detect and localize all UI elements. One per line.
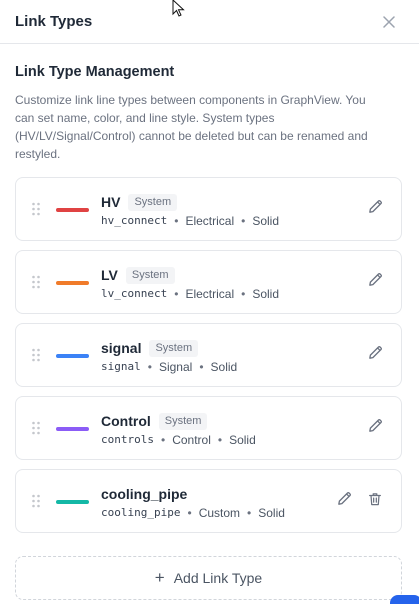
edit-button[interactable] — [366, 271, 384, 293]
drag-handle-icon[interactable] — [31, 275, 41, 289]
link-type-card: LV System lv_connect • Electrical • Solid — [15, 250, 402, 314]
link-type-style: Solid — [210, 360, 238, 374]
link-type-name: Control — [101, 413, 151, 429]
line-color-swatch — [56, 354, 89, 358]
link-type-card: cooling_pipe cooling_pipe • Custom • Solid — [15, 469, 402, 533]
drag-handle-icon[interactable] — [31, 494, 41, 508]
edit-button[interactable] — [366, 198, 384, 220]
pencil-icon — [367, 198, 384, 220]
link-type-id: cooling_pipe — [101, 506, 181, 519]
link-type-style: Solid — [252, 214, 280, 228]
add-link-type-label: Add Link Type — [173, 570, 263, 586]
close-button[interactable] — [379, 12, 399, 32]
drag-handle-icon[interactable] — [31, 421, 41, 435]
link-type-name-row: LV System — [101, 265, 175, 285]
link-type-meta: lv_connect • Electrical • Solid — [101, 286, 279, 302]
plus-icon: + — [154, 568, 165, 587]
link-type-id: hv_connect — [101, 214, 168, 227]
meta-separator: • — [199, 360, 204, 374]
system-badge: System — [149, 339, 199, 357]
link-type-meta: signal • Signal • Solid — [101, 359, 237, 375]
link-type-category: Signal — [158, 360, 193, 374]
meta-separator: • — [241, 214, 246, 228]
panel-title: Link Types — [15, 13, 93, 30]
link-type-name: HV — [101, 194, 121, 210]
link-type-category: Control — [172, 433, 211, 447]
panel-header: Link Types — [0, 0, 419, 44]
line-color-swatch — [56, 281, 89, 285]
link-type-card: Control System controls • Control • Solid — [15, 396, 402, 460]
link-type-category: Custom — [198, 506, 241, 520]
link-type-category: Electrical — [185, 214, 235, 228]
close-icon — [383, 16, 395, 28]
link-type-meta: hv_connect • Electrical • Solid — [101, 213, 279, 229]
link-type-name: cooling_pipe — [101, 486, 188, 502]
system-badge: System — [125, 266, 175, 284]
delete-button[interactable] — [366, 492, 384, 510]
link-type-meta: controls • Control • Solid — [101, 432, 256, 448]
section-intro: Link Type Management Customize link line… — [15, 62, 402, 163]
meta-separator: • — [217, 433, 223, 447]
system-badge: System — [158, 412, 208, 430]
link-type-name-row: signal System — [101, 338, 199, 358]
link-type-list: HV System hv_connect • Electrical • Solid LV Sys… — [15, 177, 402, 542]
meta-separator: • — [241, 287, 246, 301]
link-type-name-row: cooling_pipe — [101, 484, 187, 504]
meta-separator: • — [174, 214, 179, 228]
link-type-meta: cooling_pipe • Custom • Solid — [101, 505, 285, 521]
pencil-icon — [367, 271, 384, 293]
link-type-name-row: HV System — [101, 192, 178, 212]
link-type-name-row: Control System — [101, 411, 208, 431]
link-type-name: signal — [101, 340, 142, 356]
link-type-id: lv_connect — [101, 287, 168, 300]
section-title: Link Type Management — [15, 64, 175, 80]
edit-button[interactable] — [366, 417, 384, 439]
link-type-id: controls — [101, 433, 154, 446]
pencil-icon — [367, 417, 384, 439]
trash-icon — [367, 491, 383, 512]
link-type-name: LV — [101, 267, 118, 283]
link-type-card: HV System hv_connect • Electrical • Solid — [15, 177, 402, 241]
mouse-cursor-icon — [172, 0, 185, 17]
link-type-id: signal — [101, 360, 141, 373]
link-type-card: signal System signal • Signal • Solid — [15, 323, 402, 387]
meta-separator: • — [247, 506, 252, 520]
edit-button[interactable] — [366, 344, 384, 366]
line-color-swatch — [56, 427, 89, 431]
meta-separator: • — [174, 287, 179, 301]
link-type-style: Solid — [229, 433, 256, 447]
line-color-swatch — [56, 500, 89, 504]
link-type-style: Solid — [258, 506, 285, 520]
pencil-icon — [336, 490, 353, 512]
edit-button[interactable] — [335, 490, 353, 512]
drag-handle-icon[interactable] — [31, 202, 41, 216]
link-type-category: Electrical — [185, 287, 235, 301]
link-type-style: Solid — [252, 287, 280, 301]
pencil-icon — [367, 344, 384, 366]
meta-separator: • — [187, 506, 192, 520]
floating-action-button[interactable] — [390, 595, 419, 604]
meta-separator: • — [147, 360, 152, 374]
section-description: Customize link line types between compon… — [15, 93, 368, 161]
meta-separator: • — [160, 433, 166, 447]
line-color-swatch — [56, 208, 89, 212]
add-link-type-button[interactable]: + Add Link Type — [15, 556, 402, 600]
system-badge: System — [128, 193, 178, 211]
drag-handle-icon[interactable] — [31, 348, 41, 362]
